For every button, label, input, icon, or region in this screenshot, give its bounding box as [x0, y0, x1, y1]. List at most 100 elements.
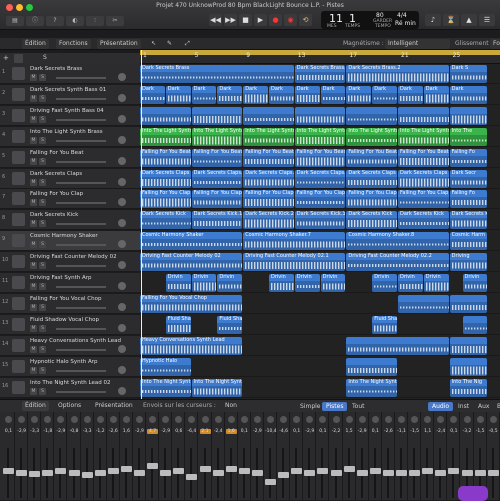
pan-knob[interactable]: [306, 416, 314, 423]
mute-button[interactable]: M: [30, 178, 37, 186]
region[interactable]: Cosmic Harmony Shaker: [140, 232, 243, 251]
volume-slider[interactable]: [56, 118, 106, 121]
region[interactable]: Falling For You Beat.1: [191, 148, 243, 167]
fader-knob[interactable]: [317, 467, 329, 474]
edition-menu[interactable]: Édition: [22, 39, 49, 49]
region[interactable]: Drivin: [423, 274, 449, 292]
region[interactable]: Dark Secrets Brass.2: [346, 65, 449, 83]
track-name[interactable]: Dark Secrets Kick: [30, 212, 78, 218]
track-header[interactable]: 5 Falling For You Beat M S: [0, 147, 140, 168]
region[interactable]: Dark: [243, 85, 268, 104]
solo-button[interactable]: S: [39, 220, 46, 228]
region[interactable]: [462, 315, 488, 334]
pan-knob[interactable]: [267, 416, 274, 423]
region[interactable]: Dark Secrets Kick.1: [191, 211, 243, 230]
track-lane[interactable]: Cosmic Harmony Shaker Cosmic Harmony Shak…: [140, 231, 500, 252]
mute-button[interactable]: M: [30, 324, 37, 332]
global-tracks-icon[interactable]: [14, 54, 23, 63]
track-header[interactable]: 3 Driving Fast Synth Bass 04 M S: [0, 105, 140, 126]
region[interactable]: Fluid Shado: [217, 315, 243, 334]
region[interactable]: [346, 357, 397, 376]
pan-knob[interactable]: [118, 240, 126, 249]
record-button[interactable]: ●: [269, 14, 282, 26]
track-lane[interactable]: Falling For You Beat Falling For You Beat…: [140, 148, 500, 168]
pan-knob[interactable]: [253, 416, 261, 423]
track-header[interactable]: 13 Fluid Shadow Vocal Chop M S: [0, 314, 140, 335]
region[interactable]: Dark Secrets Kick: [346, 211, 397, 230]
pan-knob[interactable]: [122, 416, 130, 423]
track-lane[interactable]: Falling For You Clap Falling For You Clap…: [140, 189, 500, 210]
region[interactable]: Falling For You Vocal Chop: [140, 294, 243, 313]
pan-knob[interactable]: [18, 416, 26, 423]
pan-knob[interactable]: [118, 365, 126, 374]
region[interactable]: Dark: [346, 85, 372, 104]
track-header[interactable]: 10 Driving Fast Counter Melody 02 M S: [0, 252, 140, 273]
pan-knob[interactable]: [83, 416, 91, 423]
solo-button[interactable]: S: [39, 74, 46, 81]
pan-knob[interactable]: [463, 416, 471, 423]
region[interactable]: Into The Night Synt: [140, 378, 191, 397]
solo-button[interactable]: S: [39, 303, 46, 311]
mute-button[interactable]: M: [30, 220, 37, 228]
pan-knob[interactable]: [118, 198, 126, 207]
mute-button[interactable]: M: [30, 157, 37, 165]
pan-knob[interactable]: [118, 114, 126, 123]
region[interactable]: Falling Fo: [449, 148, 488, 167]
volume-slider[interactable]: [56, 202, 106, 205]
pan-knob[interactable]: [424, 416, 432, 423]
region[interactable]: Dark Secrets Kick.2: [243, 211, 294, 230]
region[interactable]: Into The Light Synth: [140, 127, 191, 146]
region[interactable]: Drivin: [191, 274, 217, 292]
tab-aux[interactable]: Aux: [474, 402, 493, 411]
track-lane[interactable]: Falling For You Vocal Chop: [140, 294, 500, 314]
tab-inst[interactable]: Inst: [454, 402, 473, 411]
region[interactable]: Falling For You Beat.2: [243, 148, 294, 167]
region[interactable]: Falling For You Clap.3: [294, 190, 346, 209]
pan-knob[interactable]: [240, 416, 248, 423]
region[interactable]: Dark Secrets Kick.10: [449, 211, 488, 230]
region[interactable]: Falling For You Beat: [398, 148, 449, 167]
region[interactable]: Into The Light Synth: [191, 127, 243, 146]
region[interactable]: Into The Night Synt: [346, 378, 397, 397]
region[interactable]: Cosmic Harmony Shaker.7: [243, 232, 346, 251]
tab-audio[interactable]: Audio: [428, 402, 454, 411]
region[interactable]: Falling Fo: [449, 190, 488, 209]
region[interactable]: [449, 336, 488, 355]
region[interactable]: [449, 106, 488, 125]
fader-knob[interactable]: [134, 470, 145, 476]
pan-knob[interactable]: [214, 416, 222, 423]
region[interactable]: Dark: [372, 85, 397, 104]
pan-knob[interactable]: [489, 416, 497, 423]
region[interactable]: Dark Secr: [449, 169, 488, 188]
solo-button[interactable]: S: [39, 324, 46, 332]
pan-knob[interactable]: [31, 416, 39, 423]
track-lane[interactable]: Dark Dark Dark Dark Dark Dark Dark Dark Dark Dark…: [140, 85, 500, 105]
fader-knob[interactable]: [199, 465, 211, 472]
pan-knob[interactable]: [450, 416, 458, 423]
pan-knob[interactable]: [293, 416, 301, 423]
pan-knob[interactable]: [345, 416, 353, 423]
fader-knob[interactable]: [330, 470, 342, 476]
region[interactable]: Dark Secrets Claps: [346, 169, 397, 188]
region[interactable]: Dark Secrets Claps: [398, 169, 449, 188]
list-editors-icon[interactable]: ☰: [479, 14, 495, 26]
region[interactable]: Into The Light Synth: [346, 127, 397, 146]
tab-pistes[interactable]: Pistes: [322, 402, 348, 411]
region[interactable]: Dark: [398, 85, 423, 104]
track-header[interactable]: 11 Driving Fast Synth Arp M S: [0, 273, 140, 293]
region[interactable]: Cosmic Harmony Shaker.8: [346, 232, 449, 251]
fader-knob[interactable]: [107, 467, 119, 474]
pan-knob[interactable]: [476, 416, 484, 423]
track-name[interactable]: Into The Light Synth Brass: [30, 129, 103, 135]
track-header[interactable]: 8 Dark Secrets Kick M S: [0, 210, 140, 231]
region[interactable]: Dark Secrets Kick.3: [294, 211, 346, 230]
solo-button[interactable]: S: [39, 241, 46, 249]
solo-button[interactable]: S: [39, 262, 46, 270]
track-lane[interactable]: Into The Light Synth Into The Light Synth…: [140, 127, 500, 147]
fader-knob[interactable]: [173, 467, 185, 474]
region[interactable]: Into The Light Synth: [294, 127, 346, 146]
region[interactable]: Fluid Shado: [372, 315, 397, 334]
solo-all-button[interactable]: S: [43, 54, 47, 61]
fader-knob[interactable]: [422, 467, 434, 474]
add-track-icon[interactable]: +: [3, 54, 9, 62]
